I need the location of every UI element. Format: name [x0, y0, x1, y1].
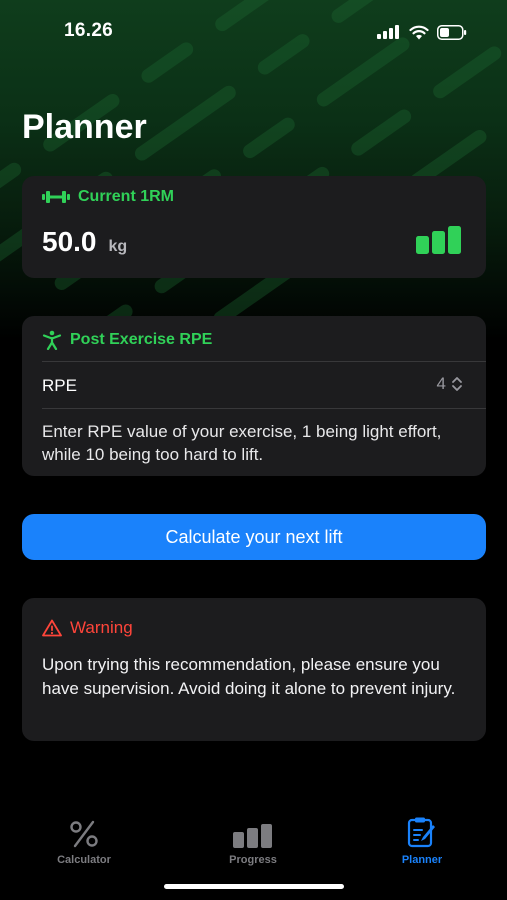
chevron-up-down-icon	[452, 377, 462, 391]
rpe-help-text: Enter RPE value of your exercise, 1 bein…	[42, 422, 442, 464]
progress-bars-icon	[416, 226, 461, 254]
clipboard-edit-icon	[407, 817, 435, 848]
rpe-picker-value: 4	[436, 374, 446, 393]
rpe-card-title: Post Exercise RPE	[70, 331, 213, 348]
rpe-card-divider-bottom	[42, 408, 486, 409]
post-exercise-rpe-card: Post Exercise RPE RPE 4 Enter RPE value …	[22, 316, 486, 476]
warning-card: Warning Upon trying this recommendation,…	[22, 598, 486, 741]
bar-chart-icon	[233, 824, 272, 848]
battery-icon	[437, 24, 467, 40]
percent-icon	[70, 820, 98, 848]
status-bar: 16.26	[0, 0, 507, 60]
tab-progress-label: Progress	[229, 854, 277, 866]
calculate-next-lift-button[interactable]: Calculate your next lift	[22, 514, 486, 560]
warning-header: Warning	[42, 618, 133, 638]
tab-calculator[interactable]: Calculator	[14, 816, 154, 866]
current-1rm-value-row: 50.0 kg	[42, 226, 127, 258]
current-1rm-value: 50.0	[42, 226, 97, 257]
rpe-row-label: RPE	[42, 376, 77, 395]
status-icons	[377, 22, 467, 42]
page-title: Planner	[22, 108, 147, 146]
dumbbell-icon	[42, 191, 70, 203]
tab-progress[interactable]: Progress	[183, 816, 323, 866]
rpe-card-header: Post Exercise RPE	[42, 330, 212, 350]
figure-exercise-icon	[42, 330, 62, 350]
rpe-picker[interactable]: 4	[437, 374, 464, 394]
current-1rm-card: Current 1RM 50.0 kg	[22, 176, 486, 278]
current-1rm-title: Current 1RM	[78, 188, 175, 205]
tab-calculator-label: Calculator	[57, 854, 111, 866]
rpe-card-divider-top	[42, 361, 486, 362]
warning-triangle-icon	[42, 619, 62, 637]
signal-icon	[377, 25, 399, 39]
warning-title: Warning	[70, 618, 133, 637]
current-1rm-header: Current 1RM	[42, 188, 174, 206]
tab-planner-label: Planner	[401, 854, 443, 866]
current-1rm-unit: kg	[108, 238, 128, 255]
tab-planner[interactable]: Planner	[352, 816, 492, 866]
status-time: 16.26	[64, 20, 114, 41]
home-indicator[interactable]	[164, 884, 344, 889]
wifi-icon	[409, 25, 429, 39]
warning-text: Upon trying this recommendation, please …	[42, 655, 456, 698]
